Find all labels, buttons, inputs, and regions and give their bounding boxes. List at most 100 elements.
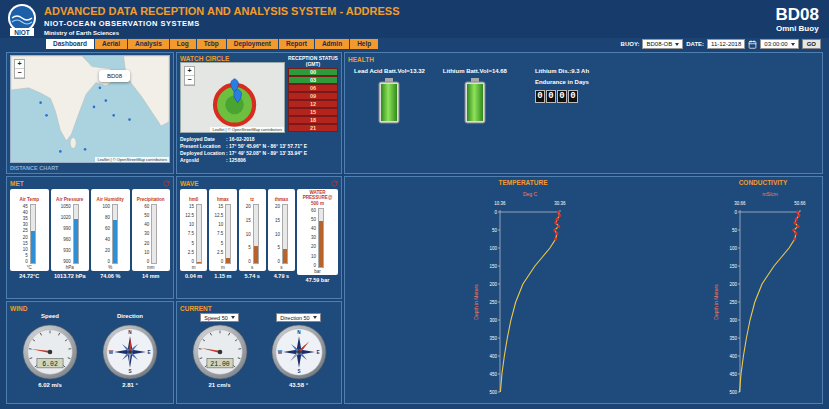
watch-map[interactable]: +−Leaflet | © OpenStreetMap contributors <box>180 62 285 133</box>
gauge-tick: 15 <box>275 218 280 223</box>
zoom-in-button[interactable]: + <box>15 60 24 69</box>
svg-text:30.36: 30.36 <box>554 201 566 206</box>
gauge-tick: 10 <box>23 247 28 252</box>
gauge-label: tz <box>250 190 254 202</box>
nav-tab[interactable]: Dashboard <box>46 39 94 49</box>
reception-title: RECEPTION STATUS (GMT) <box>288 55 338 67</box>
refresh-icon[interactable] <box>331 180 338 187</box>
nav-tab[interactable]: Help <box>350 39 378 49</box>
header: NIOTADVANCED DATA RECEPTION AND ANALYSIS… <box>0 0 829 38</box>
gauge: Air Humidity100806040200%74.06 % <box>91 189 130 296</box>
gauge-reading: 5.74 s <box>239 273 266 279</box>
current-speed: Speed 5021.0021 cm/s <box>192 313 248 401</box>
speed-dial-icon: 6.02 <box>22 324 78 380</box>
dashboard-grid: +−BD08Leaflet | © OpenStreetMap contribu… <box>0 50 829 409</box>
svg-text:W: W <box>109 350 114 355</box>
svg-text:50: 50 <box>492 228 498 233</box>
gauge-label: WATER PRESSURE@500 m <box>298 190 337 206</box>
gauge-card: Air Humidity100806040200% <box>91 189 130 271</box>
gauge-tube <box>282 204 288 264</box>
gauge-label: Air Pressure <box>56 190 83 202</box>
svg-text:500: 500 <box>489 390 497 395</box>
time-select[interactable]: 03:00:00 <box>760 39 798 49</box>
gauge-unit: m <box>221 265 225 270</box>
gauge-tick: 35 <box>23 216 28 221</box>
gauge-sublabel: 500 m <box>311 201 324 206</box>
svg-text:200: 200 <box>729 282 737 287</box>
gauge-tube <box>151 204 157 264</box>
overview-map[interactable]: +−BD08Leaflet | © OpenStreetMap contribu… <box>10 55 170 163</box>
go-button[interactable]: GO <box>802 39 821 49</box>
nav-tab[interactable]: Analysis <box>128 39 169 49</box>
speed-depth-select[interactable]: Speed 50 <box>200 313 239 322</box>
svg-text:mS/cm: mS/cm <box>762 191 778 197</box>
date-input[interactable]: 11-12-2018 <box>707 39 745 49</box>
reception-slot: 18 <box>288 116 338 124</box>
profile-line-0 <box>500 212 559 392</box>
gauge-tick: 900 <box>63 259 71 264</box>
gauge-tick: 100 <box>102 204 110 209</box>
zoom-in-button[interactable]: + <box>185 67 194 76</box>
buoy-badge: BD08Omni Buoy <box>776 6 819 33</box>
zoom-out-button[interactable]: − <box>185 76 194 85</box>
svg-text:S: S <box>128 369 131 374</box>
zoom-out-button[interactable]: − <box>15 69 24 78</box>
svg-text:500: 500 <box>729 390 737 395</box>
zoom-controls: +− <box>14 59 25 79</box>
nav-tab[interactable]: Report <box>279 39 314 49</box>
gauge-tick: 10 <box>311 254 316 259</box>
gauge: thmax20151050s4.79 s <box>268 189 295 296</box>
gauge-tick: 80 <box>105 215 110 220</box>
svg-text:21.00: 21.00 <box>210 361 230 368</box>
buoy-select[interactable]: BD08-OB <box>642 39 683 49</box>
gauge-tick: 10 <box>218 222 223 227</box>
gauge-tick: 2.5 <box>188 250 194 255</box>
info-value: : 125806 <box>226 157 338 163</box>
buoy-type: Omni Buoy <box>776 25 819 34</box>
nav-tab[interactable]: Tcbp <box>197 39 226 49</box>
gauge-fill <box>74 219 78 263</box>
gauge-card: tz20151050s <box>239 189 266 271</box>
direction-depth-select[interactable]: Direction 50 <box>276 313 320 322</box>
refresh-icon[interactable] <box>163 180 170 187</box>
panel-title: MET <box>10 180 24 187</box>
gauge-tick: 40 <box>105 237 110 242</box>
battery-label: Lead Acid Batt.Vol=13.32 <box>354 68 425 74</box>
nav-tab[interactable]: Deployment <box>227 39 278 49</box>
profile-plot: Deg C10.3630.360501001502002503003504004… <box>438 188 608 400</box>
gauge-label: hmax <box>217 190 229 202</box>
gauge-tick: 12.5 <box>215 213 224 218</box>
gauge-label: hm0 <box>189 190 198 202</box>
gauge-body: 100806040200 <box>102 204 118 264</box>
gauge-tick: 5 <box>248 245 251 250</box>
calendar-icon[interactable] <box>748 40 757 49</box>
zoom-controls: +− <box>184 66 195 86</box>
gauge-tick: 1020 <box>61 215 71 220</box>
svg-text:50: 50 <box>732 228 738 233</box>
gauge-tube <box>253 204 259 264</box>
svg-text:100: 100 <box>489 246 497 251</box>
gauge-tick: 0 <box>147 259 150 264</box>
gauge-tick: 1050 <box>61 204 71 209</box>
gauge-tick: 30 <box>23 222 28 227</box>
health-panel: HEALTHLead Acid Batt.Vol=13.32Lithium Ba… <box>344 52 823 174</box>
nav-tab[interactable]: Log <box>170 39 196 49</box>
gauge-card: hmax1512.5107.552.50m <box>209 189 236 271</box>
gauge-reading: 47.59 bar <box>297 277 338 283</box>
battery: Lithium Batt.Vol=14.68 <box>443 68 507 124</box>
compass-icon: NESW <box>271 324 327 380</box>
gauge-reading: 14 mm <box>132 273 171 279</box>
gauge-fill <box>283 249 287 263</box>
gauge-tick: 0 <box>192 259 195 264</box>
gauge-fill <box>113 220 117 263</box>
wind-dials: Speed6.026.02 m/sDirectionNESW2.81 ° <box>10 313 170 401</box>
nav-tab[interactable]: Admin <box>315 39 349 49</box>
chart-title: TEMPERATURE <box>499 179 548 188</box>
gauge-tick: 60 <box>144 204 149 209</box>
gauge-body: 20151050 <box>275 204 288 264</box>
endurance-label: Endurance in Days <box>535 79 589 85</box>
gauge-tick: 30 <box>311 235 316 240</box>
svg-text:150: 150 <box>489 264 497 269</box>
nav-tab[interactable]: Aerial <box>95 39 127 49</box>
gauge-tick: 40 <box>23 210 28 215</box>
